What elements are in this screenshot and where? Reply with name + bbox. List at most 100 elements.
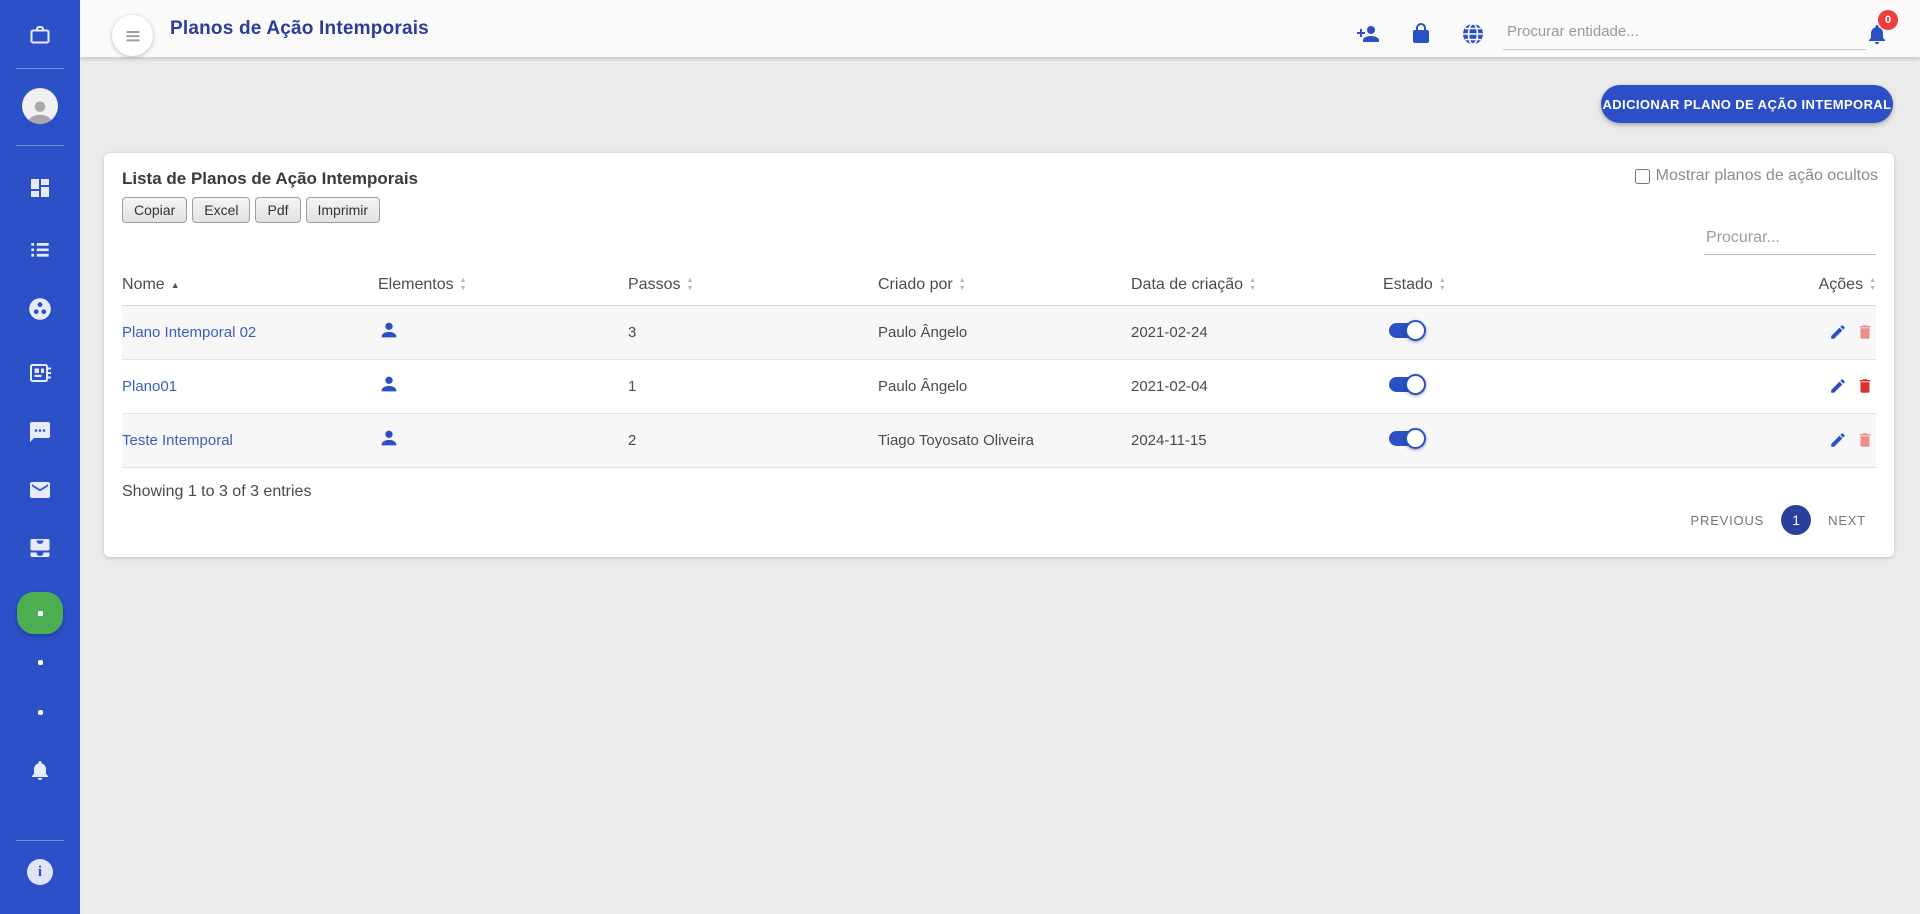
sort-icon: ▲▼	[1869, 277, 1876, 292]
sidebar-item-groups[interactable]	[0, 296, 80, 322]
entity-search-input[interactable]	[1503, 14, 1866, 50]
table-row: Teste Intemporal 2 Tiago Toyosato Olivei…	[122, 413, 1876, 467]
notification-badge: 0	[1878, 10, 1898, 30]
sidebar-item-chat[interactable]	[0, 420, 80, 444]
edit-icon[interactable]	[1829, 323, 1847, 341]
copy-button[interactable]: Copiar	[122, 197, 187, 223]
estado-toggle[interactable]	[1389, 377, 1423, 392]
globe-icon[interactable]	[1461, 22, 1485, 46]
board-icon	[28, 361, 52, 385]
next-button[interactable]: NEXT	[1828, 513, 1866, 528]
inbox-icon	[28, 536, 52, 560]
delete-icon[interactable]	[1856, 431, 1874, 449]
print-button[interactable]: Imprimir	[306, 197, 381, 223]
passos-value: 1	[628, 359, 878, 413]
sidebar-item-dot-2[interactable]	[0, 710, 80, 715]
plan-link[interactable]: Plano01	[122, 378, 177, 395]
sidebar: i	[0, 0, 80, 914]
elements-button[interactable]	[378, 328, 400, 345]
column-header-criado-por[interactable]: Criado por▲▼	[878, 265, 1131, 305]
data-criacao-value: 2024-11-15	[1131, 413, 1383, 467]
plans-card: Lista de Planos de Ação Intemporais Copi…	[104, 153, 1894, 557]
sidebar-divider	[16, 145, 64, 146]
data-criacao-value: 2021-02-24	[1131, 305, 1383, 359]
column-header-acoes[interactable]: Ações▲▼	[1628, 265, 1876, 305]
plan-link[interactable]: Plano Intemporal 02	[122, 324, 256, 341]
sidebar-item-status[interactable]	[0, 592, 80, 634]
passos-value: 2	[628, 413, 878, 467]
criado-por-value: Paulo Ângelo	[878, 305, 1131, 359]
add-plan-button[interactable]: ADICIONAR PLANO DE AÇÃO INTEMPORAL	[1601, 85, 1893, 123]
criado-por-value: Tiago Toyosato Oliveira	[878, 413, 1131, 467]
data-criacao-value: 2021-02-04	[1131, 359, 1383, 413]
sidebar-item-dot-1[interactable]	[0, 660, 80, 665]
toggle-knob	[1405, 374, 1426, 395]
column-header-passos[interactable]: Passos▲▼	[628, 265, 878, 305]
entries-info: Showing 1 to 3 of 3 entries	[122, 483, 311, 501]
excel-button[interactable]: Excel	[192, 197, 250, 223]
pdf-button[interactable]: Pdf	[255, 197, 300, 223]
delete-icon[interactable]	[1856, 377, 1874, 395]
sort-icon: ▲▼	[1439, 277, 1446, 292]
dashboard-icon	[28, 176, 52, 200]
table-header-row: Nome▲ Elementos▲▼ Passos▲▼ Criado por▲▼ …	[122, 265, 1876, 305]
chat-icon	[28, 420, 52, 444]
top-header: Planos de Ação Intemporais 0	[80, 0, 1920, 57]
estado-toggle[interactable]	[1389, 323, 1423, 338]
criado-por-value: Paulo Ângelo	[878, 359, 1131, 413]
table-row: Plano Intemporal 02 3 Paulo Ângelo 2021-…	[122, 305, 1876, 359]
plan-link[interactable]: Teste Intemporal	[122, 432, 233, 449]
export-buttons: Copiar Excel Pdf Imprimir	[122, 197, 380, 223]
green-status-button	[17, 592, 63, 634]
avatar	[22, 88, 58, 124]
show-hidden-label: Mostrar planos de ação ocultos	[1656, 167, 1878, 185]
sidebar-item-board[interactable]	[0, 361, 80, 385]
notifications-button[interactable]: 0	[1865, 22, 1889, 46]
show-hidden-checkbox[interactable]	[1635, 169, 1650, 184]
person-icon	[378, 319, 400, 341]
estado-toggle[interactable]	[1389, 431, 1423, 446]
mail-icon	[28, 478, 52, 502]
info-icon: i	[27, 859, 53, 885]
table-row: Plano01 1 Paulo Ângelo 2021-02-04	[122, 359, 1876, 413]
sidebar-item-inbox[interactable]	[0, 536, 80, 560]
column-header-nome[interactable]: Nome▲	[122, 265, 378, 305]
pagination: PREVIOUS 1 NEXT	[1691, 505, 1866, 535]
elements-button[interactable]	[378, 436, 400, 453]
column-header-elementos[interactable]: Elementos▲▼	[378, 265, 628, 305]
card-title: Lista de Planos de Ação Intemporais	[122, 169, 418, 189]
elements-button[interactable]	[378, 382, 400, 399]
previous-button[interactable]: PREVIOUS	[1691, 513, 1765, 528]
sidebar-divider	[16, 840, 64, 841]
toggle-knob	[1405, 428, 1426, 449]
edit-icon[interactable]	[1829, 377, 1847, 395]
sort-icon: ▲▼	[1249, 277, 1256, 292]
sort-icon: ▲▼	[686, 277, 693, 292]
column-header-data-criacao[interactable]: Data de criação▲▼	[1131, 265, 1383, 305]
sidebar-item-work[interactable]	[0, 23, 80, 47]
sidebar-item-mail[interactable]	[0, 478, 80, 502]
hamburger-icon	[123, 26, 143, 46]
toggle-knob	[1405, 320, 1426, 341]
page-1-button[interactable]: 1	[1781, 505, 1811, 535]
sort-asc-icon: ▲	[171, 280, 180, 290]
sidebar-item-dashboard[interactable]	[0, 176, 80, 200]
shopping-bag-icon[interactable]	[1409, 22, 1433, 46]
edit-icon[interactable]	[1829, 431, 1847, 449]
menu-button[interactable]	[112, 15, 153, 56]
sort-icon: ▲▼	[959, 277, 966, 292]
column-header-estado[interactable]: Estado▲▼	[1383, 265, 1628, 305]
person-add-icon[interactable]	[1356, 22, 1380, 46]
delete-icon[interactable]	[1856, 323, 1874, 341]
sort-icon: ▲▼	[460, 277, 467, 292]
list-icon	[27, 236, 53, 262]
show-hidden-group: Mostrar planos de ação ocultos	[1635, 167, 1878, 185]
sidebar-item-info[interactable]: i	[0, 859, 80, 885]
sidebar-item-notifications[interactable]	[0, 758, 80, 782]
sidebar-divider	[16, 68, 64, 69]
sidebar-item-list[interactable]	[0, 236, 80, 262]
person-icon	[378, 427, 400, 449]
sidebar-profile[interactable]	[0, 88, 80, 124]
passos-value: 3	[628, 305, 878, 359]
table-search-input[interactable]	[1704, 221, 1876, 255]
